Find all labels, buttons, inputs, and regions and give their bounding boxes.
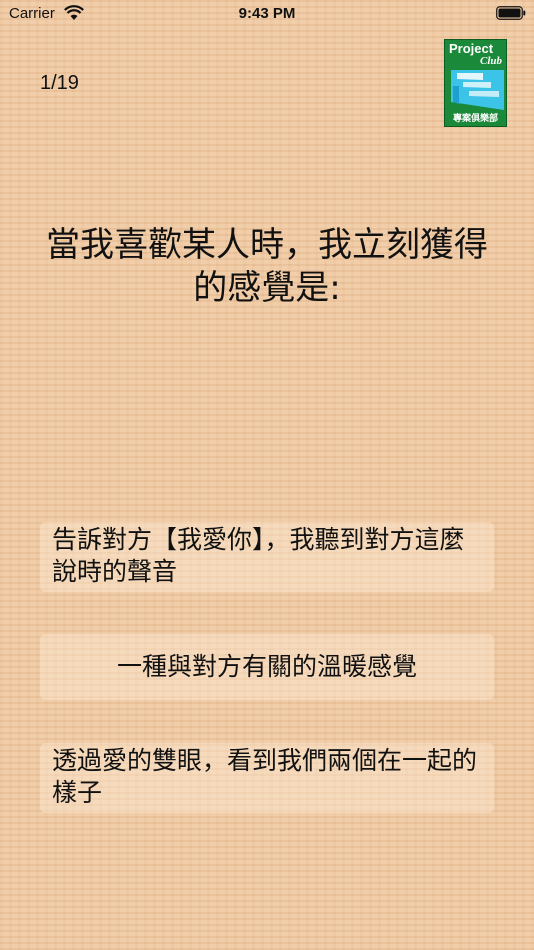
answer-option-3[interactable]: 透過愛的雙眼，看到我們兩個在一起的樣子: [40, 743, 494, 813]
logo-graphic: [451, 70, 504, 110]
project-club-logo: Project Club 專案俱樂部: [444, 39, 507, 127]
logo-word-club: Club: [479, 55, 502, 67]
question-text: 當我喜歡某人時，我立刻獲得的感覺是:: [46, 225, 488, 308]
status-time: 9:43 PM: [238, 5, 296, 22]
status-bar: Carrier 9:43 PM: [0, 0, 534, 28]
question-progress: 1/19: [40, 72, 79, 94]
answer-option-1[interactable]: 告訴對方【我愛你】，我聽到對方這麼說時的聲音: [40, 522, 494, 592]
answer-option-2[interactable]: 一種與對方有關的溫暖感覺: [40, 634, 494, 700]
logo-caption: 專案俱樂部: [452, 114, 498, 124]
battery-icon: [496, 6, 526, 20]
logo-word-project: Project: [449, 41, 494, 56]
